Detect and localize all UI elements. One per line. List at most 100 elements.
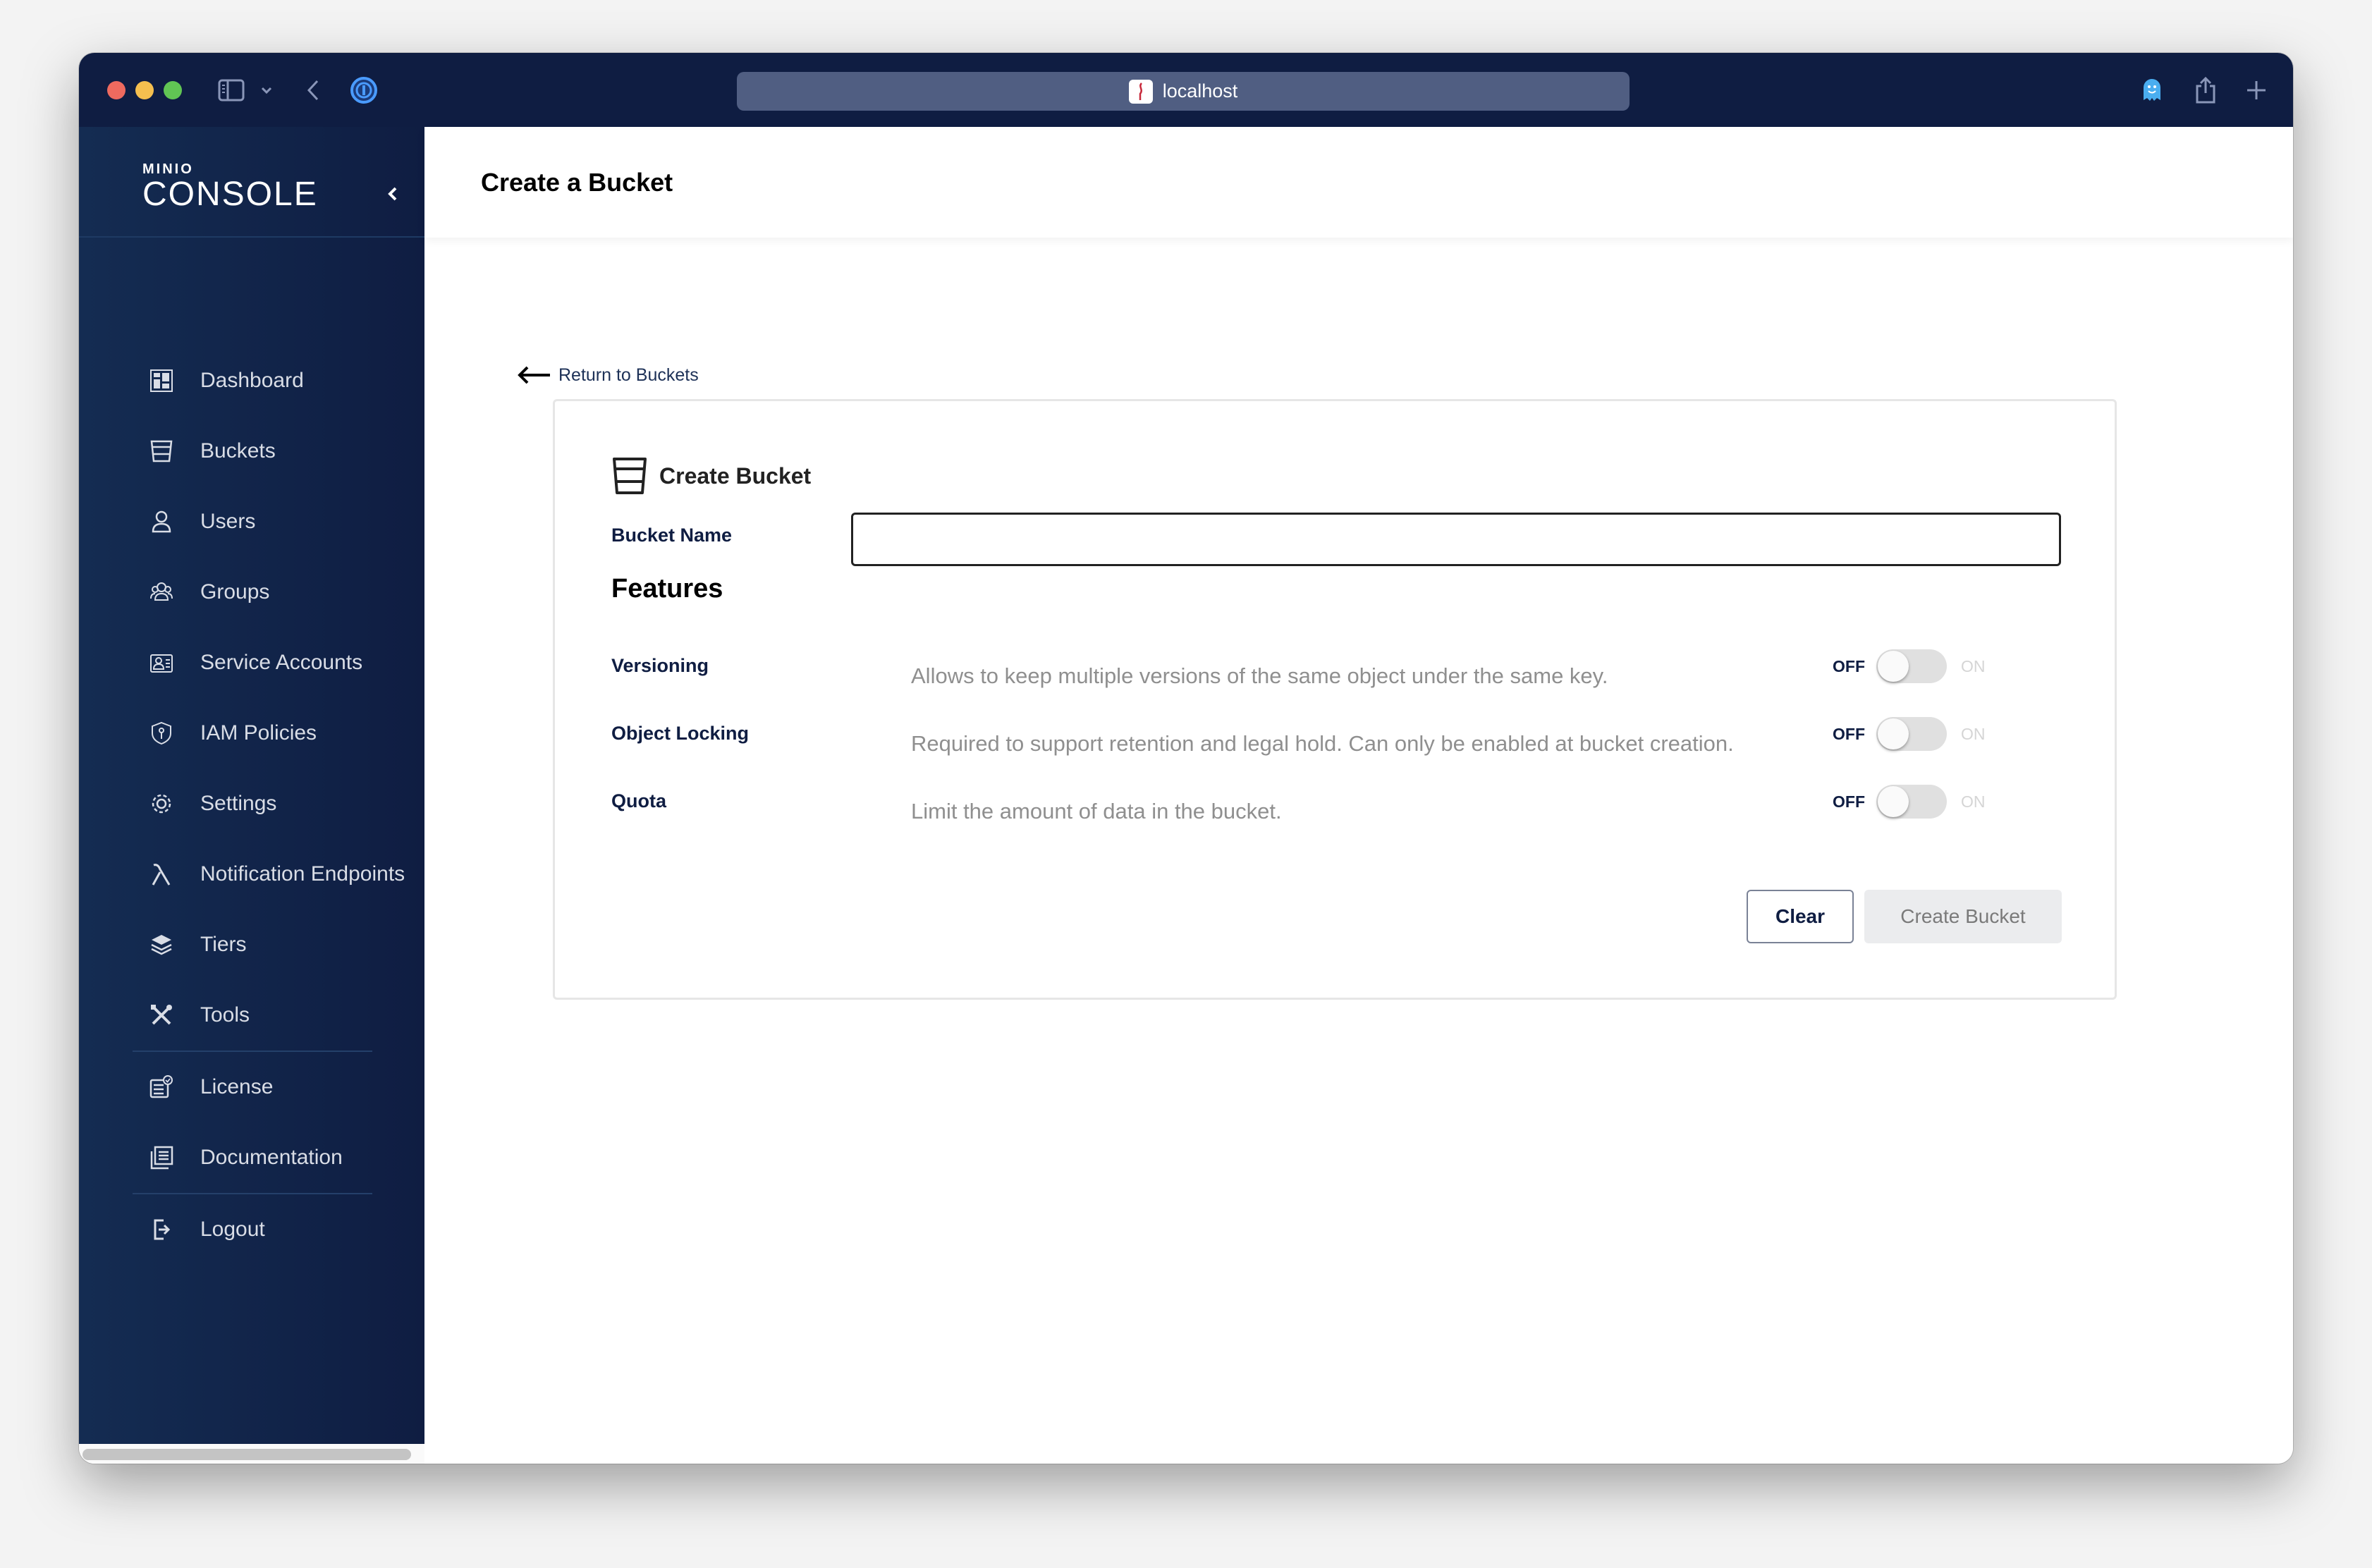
- object-locking-toggle-group: OFF ON: [1833, 717, 1986, 751]
- card-title: Create Bucket: [611, 456, 811, 496]
- toggle-on-label: ON: [1961, 656, 1986, 675]
- logout-icon: [149, 1218, 173, 1242]
- toggle-knob: [1878, 651, 1909, 682]
- versioning-toggle-group: OFF ON: [1833, 649, 1986, 683]
- dashboard-icon: [149, 369, 173, 393]
- feature-description: Limit the amount of data in the bucket.: [911, 799, 1282, 823]
- toggle-on-label: ON: [1961, 724, 1986, 743]
- arrow-left-icon: [518, 366, 550, 384]
- sidebar: MINIO CONSOLE Dashboard Buckets Users Gr…: [79, 127, 424, 1444]
- share-icon[interactable]: [2191, 74, 2220, 106]
- sidebar-item-label: Tiers: [200, 933, 247, 956]
- feature-name: Quota: [611, 790, 666, 811]
- sidebar-item-label: Users: [200, 510, 256, 533]
- sidebar-item-label: Dashboard: [200, 369, 304, 392]
- feature-description: Allows to keep multiple versions of the …: [911, 663, 1608, 688]
- sidebar-item-users[interactable]: Users: [149, 501, 255, 543]
- sidebar-item-label: Buckets: [200, 439, 276, 463]
- sidebar-item-documentation[interactable]: Documentation: [149, 1137, 343, 1179]
- versioning-toggle[interactable]: [1876, 649, 1947, 683]
- service-accounts-icon: [149, 651, 173, 675]
- return-to-buckets-label: Return to Buckets: [558, 365, 699, 385]
- bucket-icon: [613, 458, 647, 494]
- sidebar-item-label: Settings: [200, 792, 277, 815]
- toggle-off-label: OFF: [1833, 724, 1865, 743]
- main-content: Create a Bucket Return to Buckets Create…: [424, 127, 2293, 1464]
- sidebar-divider: [79, 236, 424, 238]
- create-bucket-button[interactable]: Create Bucket: [1864, 890, 2062, 943]
- gear-icon: [149, 792, 173, 816]
- sidebar-item-tools[interactable]: Tools: [149, 994, 250, 1036]
- collapse-sidebar-button[interactable]: [382, 183, 403, 204]
- license-icon: [149, 1075, 173, 1099]
- documentation-icon: [149, 1146, 173, 1170]
- feature-row-versioning: Versioning Allows to keep multiple versi…: [555, 649, 2115, 711]
- sidebar-item-label: Service Accounts: [200, 651, 363, 674]
- layers-icon: [149, 933, 173, 957]
- maximize-window-button[interactable]: [164, 81, 182, 99]
- sidebar-item-logout[interactable]: Logout: [149, 1208, 265, 1251]
- sidebar-toggle-icon[interactable]: [217, 74, 245, 106]
- bucket-icon: [149, 439, 173, 463]
- feature-name: Object Locking: [611, 723, 750, 744]
- user-icon: [149, 510, 173, 534]
- chevron-down-icon[interactable]: [258, 74, 275, 106]
- sidebar-item-notification-endpoints[interactable]: Notification Endpoints: [149, 853, 405, 895]
- groups-icon: [149, 580, 173, 604]
- close-window-button[interactable]: [107, 81, 126, 99]
- browser-window: localhost MINIO CONSOLE Dashboard Bucket…: [79, 53, 2293, 1464]
- password-manager-icon[interactable]: [348, 74, 379, 106]
- page-header: Create a Bucket: [424, 127, 2293, 238]
- logo-minio: MINIO: [142, 161, 194, 177]
- sidebar-item-tiers[interactable]: Tiers: [149, 924, 247, 966]
- new-tab-icon[interactable]: [2242, 74, 2270, 106]
- quota-toggle[interactable]: [1876, 785, 1947, 819]
- shield-icon: [149, 721, 173, 745]
- sidebar-divider: [133, 1051, 372, 1052]
- return-to-buckets-link[interactable]: Return to Buckets: [516, 365, 699, 386]
- sidebar-item-label: Logout: [200, 1218, 265, 1241]
- sidebar-item-settings[interactable]: Settings: [149, 783, 276, 825]
- minimize-window-button[interactable]: [135, 81, 154, 99]
- sidebar-item-dashboard[interactable]: Dashboard: [149, 360, 304, 402]
- sidebar-item-groups[interactable]: Groups: [149, 571, 269, 613]
- bucket-name-label: Bucket Name: [611, 525, 733, 546]
- url-text: localhost: [1162, 80, 1238, 102]
- sidebar-item-label: Groups: [200, 580, 270, 604]
- toggle-off-label: OFF: [1833, 656, 1865, 675]
- toggle-on-label: ON: [1961, 792, 1986, 811]
- sidebar-item-label: Notification Endpoints: [200, 862, 405, 886]
- page-title: Create a Bucket: [481, 168, 673, 197]
- sidebar-item-label: Documentation: [200, 1146, 343, 1169]
- sidebar-divider: [133, 1193, 372, 1194]
- minio-console-logo[interactable]: MINIO CONSOLE: [142, 162, 318, 213]
- object-locking-toggle[interactable]: [1876, 717, 1947, 751]
- sidebar-item-buckets[interactable]: Buckets: [149, 430, 276, 472]
- create-bucket-card: Create Bucket Bucket Name Features Versi…: [553, 399, 2117, 1000]
- sidebar-item-label: IAM Policies: [200, 721, 317, 745]
- ghostery-icon[interactable]: [2138, 74, 2166, 106]
- browser-titlebar: localhost: [79, 53, 2293, 127]
- feature-row-object-locking: Object Locking Required to support reten…: [555, 717, 2115, 779]
- lambda-icon: [149, 862, 173, 886]
- address-bar[interactable]: localhost: [737, 72, 1630, 111]
- sidebar-horizontal-scrollbar[interactable]: [79, 1444, 424, 1464]
- feature-row-quota: Quota Limit the amount of data in the bu…: [555, 785, 2115, 847]
- toggle-knob: [1878, 718, 1909, 749]
- feature-description: Required to support retention and legal …: [911, 731, 1734, 756]
- logo-console: CONSOLE: [142, 176, 318, 213]
- quota-toggle-group: OFF ON: [1833, 785, 1986, 819]
- clear-button[interactable]: Clear: [1747, 890, 1854, 943]
- sidebar-item-iam-policies[interactable]: IAM Policies: [149, 712, 317, 754]
- card-title-text: Create Bucket: [659, 463, 812, 489]
- bucket-name-input[interactable]: [851, 513, 2061, 566]
- feature-name: Versioning: [611, 655, 709, 676]
- sidebar-item-label: License: [200, 1075, 274, 1098]
- sidebar-item-service-accounts[interactable]: Service Accounts: [149, 642, 362, 684]
- minio-favicon-icon: [1128, 79, 1153, 104]
- toggle-knob: [1878, 786, 1909, 817]
- back-icon[interactable]: [305, 74, 322, 106]
- sidebar-item-license[interactable]: License: [149, 1066, 273, 1108]
- tools-icon: [149, 1003, 173, 1027]
- scrollbar-thumb[interactable]: [82, 1449, 411, 1460]
